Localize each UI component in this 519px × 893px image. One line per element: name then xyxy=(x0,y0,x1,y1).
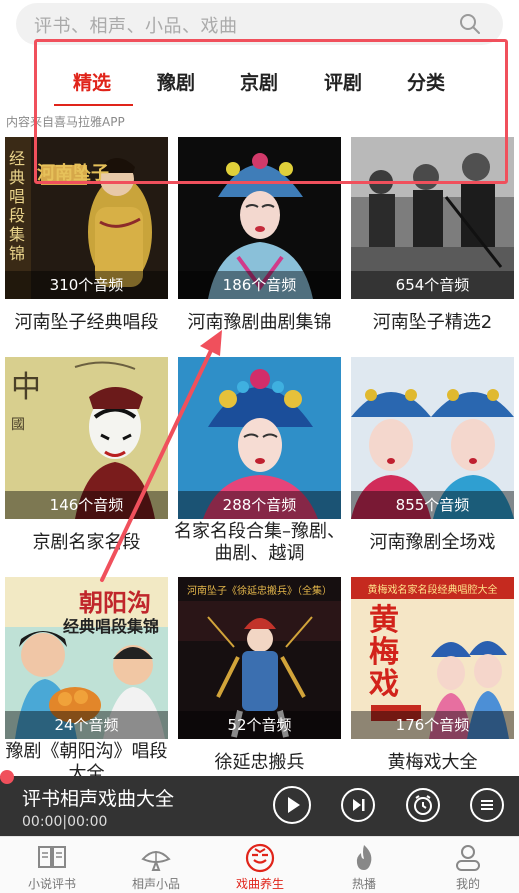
tab-featured[interactable]: 精选 xyxy=(73,68,111,95)
nav-trending[interactable]: 热播 xyxy=(312,837,416,893)
album-card[interactable]: 河南坠子 经典唱段集锦 310个音频 河南坠子经典唱段 xyxy=(5,137,168,337)
audio-count: 24个音频 xyxy=(5,711,168,739)
album-cover: 河南坠子 经典唱段集锦 310个音频 xyxy=(5,137,168,299)
audio-count: 146个音频 xyxy=(5,491,168,519)
nav-novel-storytelling[interactable]: 小说评书 xyxy=(0,837,104,893)
timer-button[interactable] xyxy=(406,788,440,822)
menu-icon xyxy=(481,800,493,810)
album-cover: 855个音频 xyxy=(351,357,514,519)
audio-count: 855个音频 xyxy=(351,491,514,519)
svg-text:中: 中 xyxy=(11,370,41,405)
skip-next-icon xyxy=(353,799,365,811)
album-cover: 河南坠子《徐延忠搬兵》（全集） 52个音频 xyxy=(178,577,341,739)
player-title: 评书相声戏曲大全 xyxy=(22,788,175,810)
opera-mask-icon xyxy=(245,843,275,873)
playlist-button[interactable] xyxy=(470,788,504,822)
album-title: 豫剧《朝阳沟》唱段大全 xyxy=(5,741,168,777)
alarm-clock-icon xyxy=(414,795,432,815)
search-placeholder: 评书、相声、小品、戏曲 xyxy=(34,16,238,37)
cover-text: 河南坠子《徐延忠搬兵》（全集） xyxy=(187,586,332,597)
book-icon xyxy=(38,846,66,868)
cover-subtext: 黄梅戏名家名段经典唱腔大全 xyxy=(367,585,498,596)
cover-subtext: 经典唱段集锦 xyxy=(63,617,160,636)
nav-crosstalk-skit[interactable]: 相声小品 xyxy=(104,837,208,893)
nav-label: 我的 xyxy=(455,877,480,891)
tab-yuju[interactable]: 豫剧 xyxy=(157,68,195,95)
album-title: 河南坠子经典唱段 xyxy=(14,312,159,333)
album-card[interactable]: 朝阳沟 经典唱段集锦 24个音频 豫剧《朝阳沟》唱段大全 xyxy=(5,577,168,777)
play-icon xyxy=(288,797,300,813)
svg-text:國: 國 xyxy=(11,417,25,433)
next-button[interactable] xyxy=(341,788,375,822)
album-card[interactable]: 654个音频 河南坠子精选2 xyxy=(351,137,514,337)
album-cover: 中 國 146个音频 xyxy=(5,357,168,519)
nav-label: 戏曲养生 xyxy=(235,877,284,891)
nav-label: 热播 xyxy=(351,877,376,891)
play-button[interactable] xyxy=(273,786,311,824)
source-note: 内容来自喜马拉雅APP xyxy=(6,115,125,129)
cover-text: 经典唱段集锦 xyxy=(9,149,26,263)
album-title: 京剧名家名段 xyxy=(32,532,141,553)
nav-opera-wellness[interactable]: 戏曲养生 xyxy=(208,837,312,893)
album-card[interactable]: 855个音频 河南豫剧全场戏 xyxy=(351,357,514,562)
album-title: 河南豫剧全场戏 xyxy=(369,532,496,553)
mini-player[interactable]: 评书相声戏曲大全 00:00|00:00 xyxy=(0,776,519,836)
tab-category[interactable]: 分类 xyxy=(407,68,445,95)
album-card[interactable]: 186个音频 河南豫剧曲剧集锦 xyxy=(178,137,341,337)
audio-count: 310个音频 xyxy=(5,271,168,299)
album-cover: 黄梅戏名家名段经典唱腔大全 黄梅戏 176个音频 xyxy=(351,577,514,739)
album-cover: 654个音频 xyxy=(351,137,514,299)
nav-label: 相声小品 xyxy=(131,877,180,891)
album-title: 徐延忠搬兵 xyxy=(214,752,305,773)
nav-profile[interactable]: 我的 xyxy=(416,837,519,893)
bottom-nav: 小说评书 相声小品 戏曲养生 热播 我的 xyxy=(0,836,519,893)
album-card[interactable]: 中 國 146个音频 京剧名家名段 xyxy=(5,357,168,562)
progress-handle[interactable] xyxy=(0,770,14,784)
active-tab-indicator xyxy=(54,104,133,106)
album-cover: 朝阳沟 经典唱段集锦 24个音频 xyxy=(5,577,168,739)
nav-label: 小说评书 xyxy=(27,877,76,891)
search-icon[interactable] xyxy=(459,13,481,35)
flame-icon xyxy=(356,845,372,870)
album-title: 名家名段合集–豫剧、曲剧、越调 xyxy=(174,521,345,564)
album-card[interactable]: 黄梅戏名家名段经典唱腔大全 黄梅戏 176个音频 黄梅戏大全 xyxy=(351,577,514,777)
audio-count: 654个音频 xyxy=(351,271,514,299)
audio-count: 176个音频 xyxy=(351,711,514,739)
tab-pingju[interactable]: 评剧 xyxy=(324,68,362,95)
audio-count: 186个音频 xyxy=(178,271,341,299)
player-time: 00:00|00:00 xyxy=(22,814,108,830)
album-card[interactable]: 288个音频 名家名段合集–豫剧、曲剧、越调 xyxy=(174,357,345,564)
category-tabs: 精选 豫剧 京剧 评剧 分类 xyxy=(0,58,519,106)
person-icon xyxy=(456,845,480,871)
cover-tag: 河南坠子 xyxy=(37,163,109,184)
search-bar[interactable]: 评书、相声、小品、戏曲 xyxy=(16,3,503,45)
album-title: 黄梅戏大全 xyxy=(387,752,478,773)
tab-jingju[interactable]: 京剧 xyxy=(240,68,278,95)
album-title: 河南豫剧曲剧集锦 xyxy=(187,312,332,333)
fan-icon xyxy=(141,851,171,871)
audio-count: 52个音频 xyxy=(178,711,341,739)
album-title: 河南坠子精选2 xyxy=(372,312,493,333)
album-cover: 186个音频 xyxy=(178,137,341,299)
album-cover: 288个音频 xyxy=(178,357,341,519)
album-card[interactable]: 河南坠子《徐延忠搬兵》（全集） 52个音频 徐延忠搬兵 xyxy=(178,577,341,777)
cover-text: 黄梅戏 xyxy=(369,603,399,702)
audio-count: 288个音频 xyxy=(178,491,341,519)
